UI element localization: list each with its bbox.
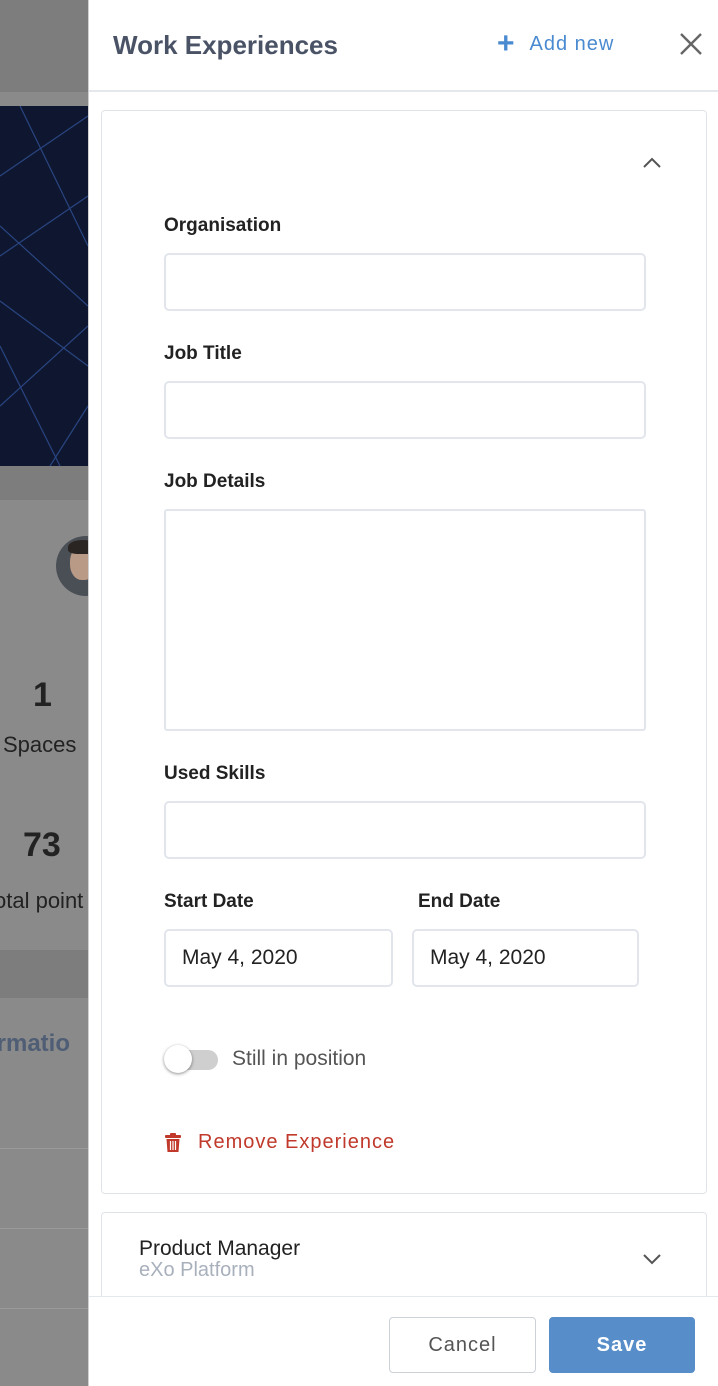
points-label: otal point	[0, 888, 84, 913]
remove-experience-label: Remove Experience	[198, 1131, 396, 1153]
start-date-label: Start Date	[164, 891, 254, 912]
used-skills-label: Used Skills	[164, 763, 266, 784]
experience-card-expanded: Organisation Job Title Job Details Used …	[101, 110, 707, 1194]
divider	[0, 1148, 88, 1149]
cancel-button[interactable]: Cancel	[389, 1317, 536, 1373]
chevron-up-icon[interactable]	[638, 151, 666, 175]
end-date-input[interactable]: May 4, 2020	[412, 929, 639, 987]
save-button[interactable]: Save	[549, 1317, 695, 1373]
still-in-position-label: Still in position	[232, 1047, 367, 1070]
profile-banner	[0, 106, 88, 466]
toggle-knob	[164, 1045, 192, 1073]
drawer-header: Work Experiences + Add new	[89, 0, 718, 92]
plus-icon: +	[497, 27, 516, 60]
avatar-hair	[68, 540, 88, 554]
job-details-label: Job Details	[164, 471, 266, 492]
start-date-input[interactable]: May 4, 2020	[164, 929, 393, 987]
background-band	[0, 950, 88, 998]
add-new-label: Add new	[529, 32, 615, 55]
job-title-label: Job Title	[164, 343, 242, 364]
experience-company: eXo Platform	[139, 1259, 255, 1281]
divider	[0, 1228, 88, 1229]
close-icon[interactable]	[677, 30, 705, 58]
divider	[0, 1308, 88, 1309]
drawer-title: Work Experiences	[113, 30, 338, 60]
trash-icon	[165, 1132, 181, 1152]
background-topbar	[0, 0, 88, 92]
job-details-textarea[interactable]	[164, 509, 646, 731]
add-new-button[interactable]: + Add new	[497, 27, 615, 60]
still-in-position-toggle[interactable]	[164, 1045, 220, 1073]
end-date-label: End Date	[418, 891, 501, 912]
work-experiences-drawer: Work Experiences + Add new Organisation …	[88, 0, 718, 1386]
experience-title: Product Manager	[139, 1237, 301, 1260]
spaces-count: 1	[33, 676, 52, 714]
chevron-down-icon[interactable]	[638, 1247, 666, 1271]
job-title-input[interactable]	[164, 381, 646, 439]
spaces-label: Spaces	[3, 732, 77, 757]
organisation-input[interactable]	[164, 253, 646, 311]
drawer-footer: Cancel Save	[89, 1296, 718, 1386]
information-label: formatio	[0, 1030, 70, 1057]
avatar	[56, 536, 88, 596]
points-count: 73	[23, 826, 61, 864]
background-strip	[0, 466, 88, 500]
used-skills-input[interactable]	[164, 801, 646, 859]
remove-experience-button[interactable]: Remove Experience	[164, 1131, 395, 1154]
organisation-label: Organisation	[164, 215, 282, 236]
background-page: 1 Spaces 73 otal point formatio	[0, 0, 88, 1386]
